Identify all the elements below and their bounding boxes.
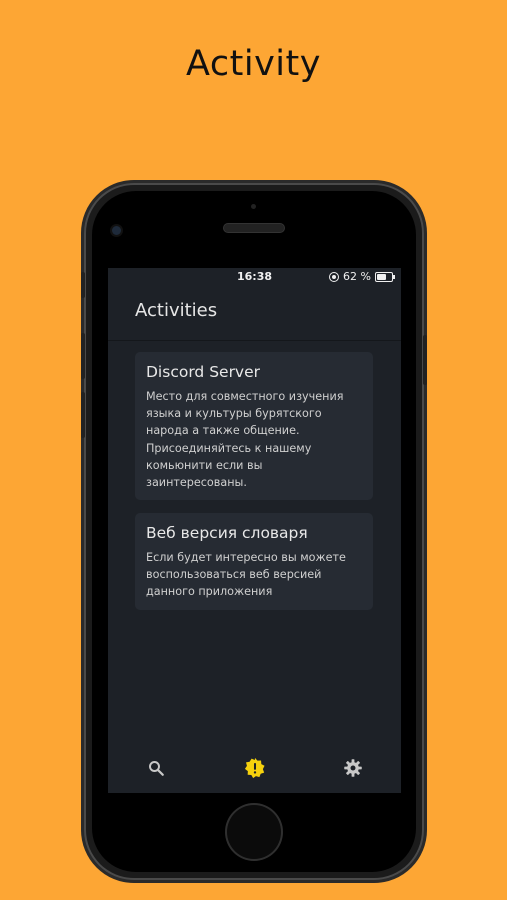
card-title: Веб версия словаря	[146, 524, 308, 542]
rotation-lock-icon	[329, 271, 340, 282]
activity-alert-icon	[244, 757, 265, 779]
home-button[interactable]	[227, 805, 281, 859]
volume-down-button	[81, 392, 85, 438]
nav-activities[interactable]	[244, 757, 266, 779]
card-title: Discord Server	[146, 363, 261, 381]
page-title: Activities	[135, 300, 218, 321]
status-bar: 16:38 62 %	[108, 268, 401, 286]
app-screen: 16:38 62 % Activities Discord Server Мес…	[108, 268, 401, 793]
sensor-dot	[251, 204, 256, 209]
search-icon	[149, 761, 164, 776]
discord-server-card[interactable]: Discord Server Место для совместного изу…	[135, 352, 373, 500]
earpiece-speaker	[224, 224, 284, 232]
front-camera	[112, 226, 121, 235]
nav-settings[interactable]	[342, 757, 364, 779]
app-header: Activities	[108, 290, 401, 341]
status-indicators: 62 %	[329, 270, 395, 283]
web-dictionary-card[interactable]: Веб версия словаря Если будет интересно …	[135, 513, 373, 610]
card-description: Место для совместного изучения языка и к…	[146, 390, 344, 490]
silent-switch	[81, 272, 85, 298]
battery-level-fill	[377, 273, 386, 280]
bottom-nav	[108, 743, 401, 793]
nav-search[interactable]	[145, 757, 167, 779]
card-description: Если будет интересно вы можете воспользо…	[146, 551, 346, 599]
battery-percent: 62 %	[343, 270, 371, 283]
volume-up-button	[81, 333, 85, 379]
battery-icon	[375, 271, 395, 282]
promo-title: Activity	[186, 44, 321, 84]
gear-icon	[344, 759, 362, 777]
power-button	[423, 335, 427, 385]
